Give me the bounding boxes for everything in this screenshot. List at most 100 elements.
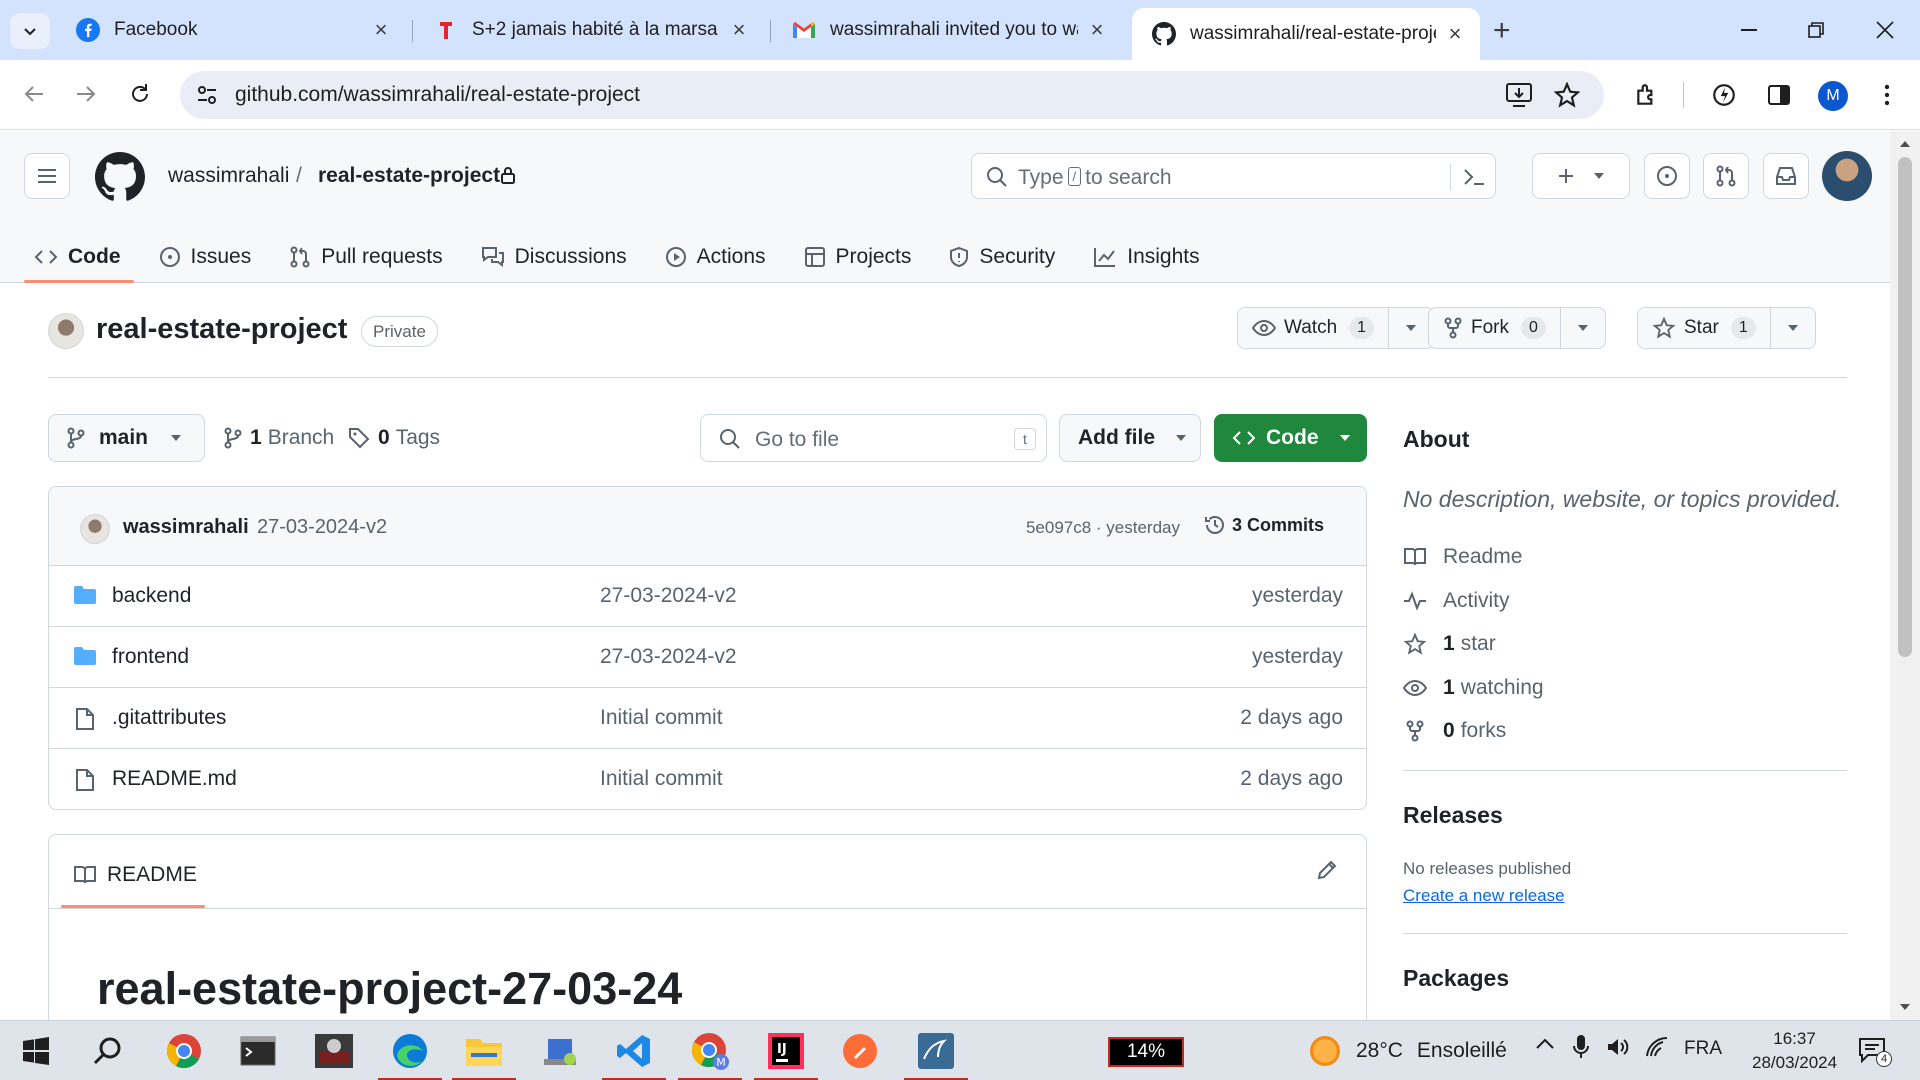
star-button[interactable]: Star 1 [1637,307,1816,349]
file-row[interactable]: .gitattributes Initial commit 2 days ago [49,688,1366,749]
tab-insights[interactable]: Insights [1093,231,1200,283]
commit-sha-time[interactable]: 5e097c8 · yesterday [1026,518,1180,538]
close-icon[interactable]: × [1086,17,1108,42]
postman-icon[interactable] [838,1029,882,1073]
tab-search-button[interactable] [10,13,50,49]
pencil-icon[interactable] [1316,859,1338,881]
game-app-icon[interactable] [312,1029,356,1073]
file-commit-message[interactable]: 27-03-2024-v2 [600,645,737,669]
file-explorer-icon[interactable] [452,1029,516,1080]
tab-security[interactable]: Security [949,231,1055,283]
packages-title[interactable]: Packages [1403,965,1509,992]
close-window-button[interactable] [1855,8,1915,52]
file-commit-message[interactable]: Initial commit [600,767,723,791]
user-avatar[interactable] [1822,151,1872,201]
tab-discussions[interactable]: Discussions [481,231,627,283]
close-icon[interactable]: × [728,17,750,42]
fork-button[interactable]: Fork 0 [1428,307,1606,349]
commits-link[interactable]: 3 Commits [1204,514,1324,536]
breadcrumb-repo[interactable]: real-estate-project [318,164,500,188]
pull-requests-button[interactable] [1703,153,1749,199]
restore-button[interactable] [1786,8,1846,52]
stars-link[interactable]: 1 star [1403,632,1496,656]
wifi-icon[interactable] [1645,1036,1669,1058]
system-clock[interactable]: 16:37 28/03/2024 [1752,1027,1837,1075]
create-new-button[interactable] [1532,153,1630,199]
volume-icon[interactable] [1606,1036,1630,1058]
watch-dropdown[interactable] [1389,324,1433,332]
file-row[interactable]: README.md Initial commit 2 days ago [49,749,1366,809]
reload-button[interactable] [120,74,160,114]
vscode-icon[interactable] [602,1029,666,1080]
tags-link[interactable]: 0 Tags [348,426,440,450]
file-name[interactable]: README.md [112,767,237,791]
extensions-icon[interactable] [1632,80,1662,110]
activity-link[interactable]: Activity [1403,589,1510,613]
search-icon[interactable] [86,1029,130,1073]
go-to-file-input[interactable]: Go to file t [700,414,1047,462]
browser-tab-facebook[interactable]: Facebook × [56,8,406,52]
file-commit-message[interactable]: 27-03-2024-v2 [600,584,737,608]
notification-center-button[interactable]: 4 [1858,1037,1892,1067]
tab-code[interactable]: Code [34,231,121,283]
file-commit-message[interactable]: Initial commit [600,706,723,730]
chrome-menu-icon[interactable] [1872,80,1902,110]
scroll-thumb[interactable] [1898,157,1912,657]
tab-pull-requests[interactable]: Pull requests [289,231,443,283]
create-release-link[interactable]: Create a new release [1403,886,1565,906]
side-panel-icon[interactable] [1764,80,1794,110]
star-dropdown[interactable] [1771,324,1815,332]
edge-icon[interactable] [378,1029,442,1080]
windows-start-icon[interactable] [14,1029,58,1073]
file-row[interactable]: frontend 27-03-2024-v2 yesterday [49,627,1366,688]
weather-widget[interactable]: 28°C Ensoleillé [1310,1036,1507,1066]
breadcrumb-owner[interactable]: wassimrahali [168,164,289,188]
browser-tab-tayara[interactable]: S+2 jamais habité à la marsa | T × [414,8,764,52]
fork-dropdown[interactable] [1561,324,1605,332]
file-row[interactable]: backend 27-03-2024-v2 yesterday [49,566,1366,627]
file-name[interactable]: frontend [112,645,189,669]
tab-actions[interactable]: Actions [665,231,766,283]
microphone-icon[interactable] [1573,1034,1589,1060]
page-scrollbar[interactable] [1890,131,1920,1020]
branch-selector[interactable]: main [48,414,205,462]
intellij-icon[interactable]: IJ [754,1029,818,1080]
releases-title[interactable]: Releases [1403,802,1503,829]
readme-link[interactable]: Readme [1403,545,1522,569]
tab-issues[interactable]: Issues [159,231,251,283]
chrome-profile-icon[interactable]: M [678,1029,742,1080]
language-indicator[interactable]: FRA [1684,1038,1722,1060]
commit-author-avatar[interactable] [80,514,110,544]
address-bar[interactable]: github.com/wassimrahali/real-estate-proj… [180,71,1604,119]
profile-avatar[interactable]: M [1818,81,1848,111]
back-button[interactable] [14,74,54,114]
chrome-icon[interactable] [162,1029,206,1073]
performance-icon[interactable] [1709,80,1739,110]
close-icon[interactable]: × [1444,21,1466,46]
repo-title[interactable]: real-estate-project [96,313,347,346]
browser-tab-gmail[interactable]: wassimrahali invited you to was × [772,8,1122,52]
commit-author[interactable]: wassimrahali [123,516,249,539]
watch-button[interactable]: Watch 1 [1237,307,1435,349]
issues-button[interactable] [1644,153,1690,199]
mysql-workbench-icon[interactable] [904,1029,968,1080]
commit-message[interactable]: 27-03-2024-v2 [257,516,387,539]
branches-link[interactable]: 1 Branch [224,426,334,450]
repo-owner-avatar[interactable] [48,313,84,349]
add-file-button[interactable]: Add file [1059,414,1201,462]
forks-link[interactable]: 0 forks [1403,719,1506,743]
battery-indicator[interactable]: 14% [1108,1037,1184,1067]
code-button[interactable]: Code [1214,414,1367,462]
file-name[interactable]: backend [112,584,191,608]
readme-tab[interactable]: README [73,863,197,887]
file-name[interactable]: .gitattributes [112,706,226,730]
global-menu-button[interactable] [24,153,70,199]
terminal-icon[interactable] [236,1029,280,1073]
github-logo-icon[interactable] [95,152,145,202]
browser-tab-github[interactable]: wassimrahali/real-estate-projec × [1132,8,1480,60]
forward-button[interactable] [66,74,106,114]
tab-projects[interactable]: Projects [804,231,911,283]
new-tab-button[interactable]: + [1493,14,1511,48]
network-tool-icon[interactable] [538,1029,582,1073]
minimize-button[interactable] [1719,8,1779,52]
